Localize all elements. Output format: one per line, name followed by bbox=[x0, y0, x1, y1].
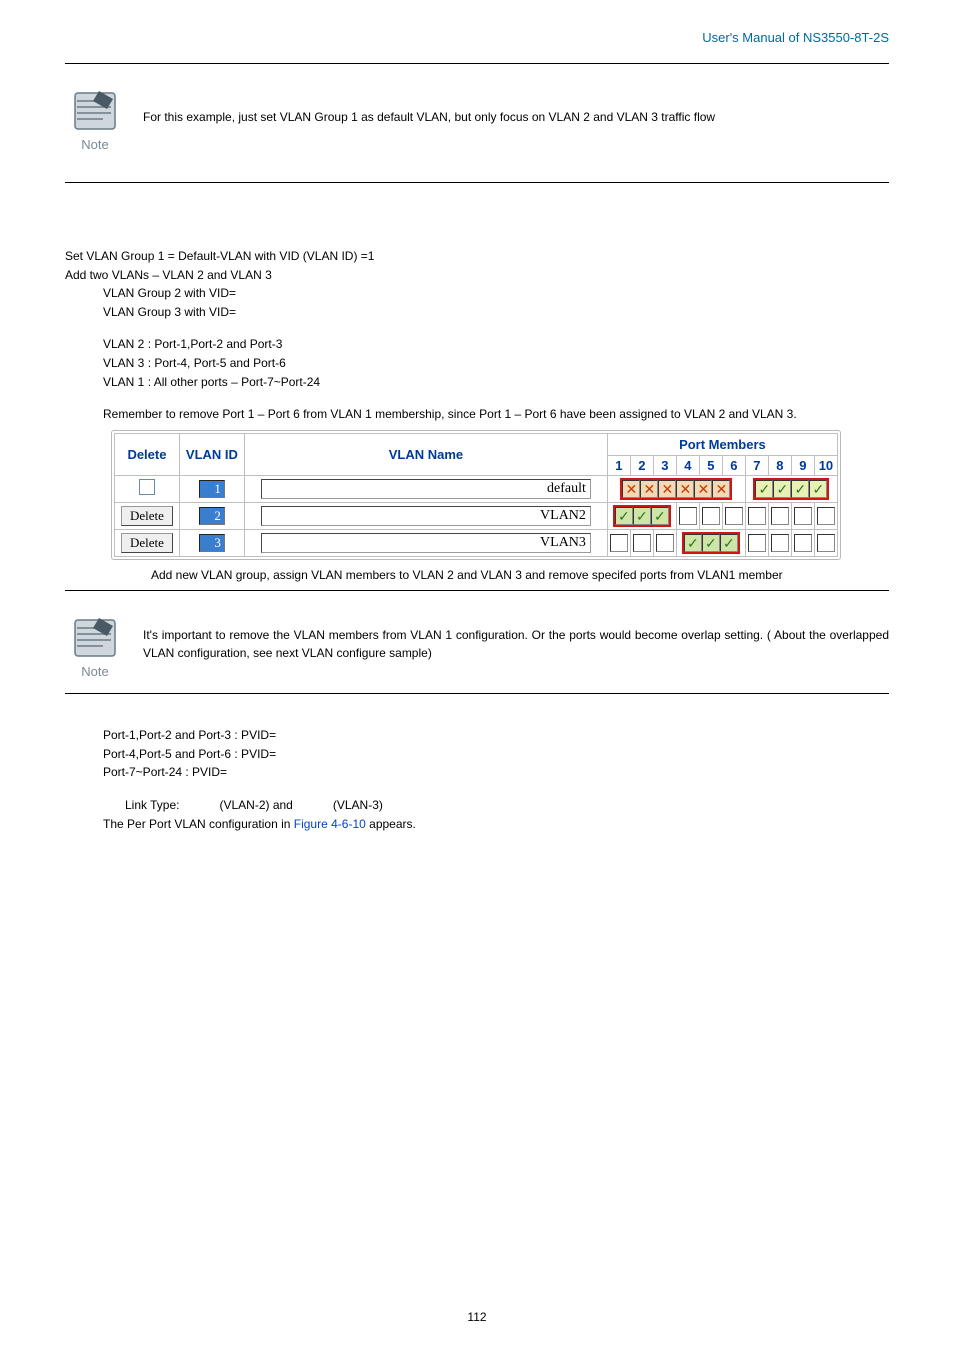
port-member-checkbox[interactable]: ✕ bbox=[640, 480, 658, 498]
divider bbox=[65, 63, 889, 64]
figure-reference-link[interactable]: Figure 4-6-10 bbox=[294, 817, 366, 831]
note-text: For this example, just set VLAN Group 1 … bbox=[143, 108, 715, 126]
highlight-box: ✓✓✓ bbox=[613, 505, 671, 527]
port-member-checkbox[interactable]: ✓ bbox=[702, 534, 720, 552]
port-member-checkbox[interactable]: · bbox=[748, 534, 766, 552]
port-member-checkbox[interactable]: ✕ bbox=[694, 480, 712, 498]
port-member-checkbox[interactable]: ✓ bbox=[684, 534, 702, 552]
port-head: 8 bbox=[768, 455, 791, 475]
port-member-checkbox[interactable]: · bbox=[725, 507, 743, 525]
port-member-checkbox[interactable]: · bbox=[794, 534, 812, 552]
vlan-table: Delete VLAN ID VLAN Name Port Members 1 … bbox=[114, 433, 838, 557]
port-member-checkbox[interactable]: ✓ bbox=[720, 534, 738, 552]
port-head: 9 bbox=[791, 455, 814, 475]
port-head: 1 bbox=[607, 455, 630, 475]
delete-button[interactable]: Delete bbox=[121, 506, 173, 526]
setup-line: Set VLAN Group 1 = Default-VLAN with VID… bbox=[65, 247, 889, 266]
setup-line: VLAN 2 : Port-1,Port-2 and Port-3 bbox=[103, 335, 889, 354]
setup-text: Set VLAN Group 1 = Default-VLAN with VID… bbox=[65, 247, 889, 424]
port-member-checkbox[interactable]: · bbox=[610, 534, 628, 552]
page-header: User's Manual of NS3550-8T-2S bbox=[65, 30, 889, 45]
vlan-name-input[interactable] bbox=[261, 479, 591, 499]
col-portmembers: Port Members bbox=[607, 433, 837, 455]
table-row: Delete · · · ✓✓✓ · · · · bbox=[115, 529, 838, 556]
port-head: 10 bbox=[814, 455, 837, 475]
setup-line: Add two VLANs – VLAN 2 and VLAN 3 bbox=[65, 266, 889, 285]
port-member-checkbox[interactable]: ✕ bbox=[712, 480, 730, 498]
vlan-id-input[interactable] bbox=[199, 507, 225, 525]
setup-line: VLAN 3 : Port-4, Port-5 and Port-6 bbox=[103, 354, 889, 373]
vlan-table-figure: Delete VLAN ID VLAN Name Port Members 1 … bbox=[111, 430, 889, 563]
port-member-checkbox[interactable]: ✕ bbox=[676, 480, 694, 498]
port-member-checkbox[interactable]: ✓ bbox=[791, 480, 809, 498]
port-member-checkbox[interactable]: ✕ bbox=[622, 480, 640, 498]
linktype-conf: The Per Port VLAN configuration in Figur… bbox=[103, 815, 889, 834]
port-head: 6 bbox=[722, 455, 745, 475]
pvid-line: Port-1,Port-2 and Port-3 : PVID= bbox=[103, 726, 889, 745]
delete-checkbox[interactable] bbox=[139, 479, 155, 495]
col-delete: Delete bbox=[115, 433, 180, 475]
vlan-id-input[interactable] bbox=[199, 534, 225, 552]
port-member-checkbox[interactable]: · bbox=[679, 507, 697, 525]
note-icon: Note bbox=[65, 609, 125, 679]
port-head: 7 bbox=[745, 455, 768, 475]
figure-caption: Add new VLAN group, assign VLAN members … bbox=[151, 567, 889, 584]
divider bbox=[65, 693, 889, 694]
table-row: ✕✕✕✕✕✕ ✓✓✓✓ bbox=[115, 475, 838, 502]
divider bbox=[65, 182, 889, 183]
vlan-name-input[interactable] bbox=[261, 533, 591, 553]
port-member-checkbox[interactable]: · bbox=[656, 534, 674, 552]
port-member-checkbox[interactable]: · bbox=[771, 507, 789, 525]
table-row: Delete ✓✓✓ · · · · · · · bbox=[115, 502, 838, 529]
setup-remember: Remember to remove Port 1 – Port 6 from … bbox=[103, 405, 889, 424]
port-head: 5 bbox=[699, 455, 722, 475]
vlan-name-input[interactable] bbox=[261, 506, 591, 526]
divider bbox=[65, 590, 889, 591]
setup-line: VLAN Group 2 with VID= bbox=[103, 284, 889, 303]
port-member-checkbox[interactable]: · bbox=[817, 534, 835, 552]
port-member-checkbox[interactable]: ✓ bbox=[651, 507, 669, 525]
setup-line: VLAN Group 3 with VID= bbox=[103, 303, 889, 322]
port-member-checkbox[interactable]: · bbox=[817, 507, 835, 525]
page-number: 112 bbox=[0, 1310, 954, 1324]
note-label: Note bbox=[81, 137, 108, 152]
conf-suffix: appears. bbox=[366, 817, 416, 831]
vlan-id-input[interactable] bbox=[199, 480, 225, 498]
note-block-1: Note For this example, just set VLAN Gro… bbox=[65, 82, 889, 152]
port-member-checkbox[interactable]: ✓ bbox=[773, 480, 791, 498]
port-member-checkbox[interactable]: · bbox=[702, 507, 720, 525]
port-head: 3 bbox=[653, 455, 676, 475]
port-member-checkbox[interactable]: ✓ bbox=[809, 480, 827, 498]
delete-button[interactable]: Delete bbox=[121, 533, 173, 553]
port-member-checkbox[interactable]: · bbox=[633, 534, 651, 552]
col-vlanname: VLAN Name bbox=[244, 433, 607, 475]
pvid-line: Port-4,Port-5 and Port-6 : PVID= bbox=[103, 745, 889, 764]
col-vlanid: VLAN ID bbox=[179, 433, 244, 475]
port-member-checkbox[interactable]: · bbox=[748, 507, 766, 525]
note-block-2: Note It's important to remove the VLAN m… bbox=[65, 609, 889, 679]
pvid-line: Port-7~Port-24 : PVID= bbox=[103, 763, 889, 782]
port-member-checkbox[interactable]: ✓ bbox=[633, 507, 651, 525]
note-label: Note bbox=[81, 664, 108, 679]
highlight-box: ✓✓✓ bbox=[682, 532, 740, 554]
note-icon: Note bbox=[65, 82, 125, 152]
conf-prefix: The Per Port VLAN configuration in bbox=[103, 817, 294, 831]
port-member-checkbox[interactable]: ✓ bbox=[615, 507, 633, 525]
port-member-checkbox[interactable]: ✕ bbox=[658, 480, 676, 498]
setup-line: VLAN 1 : All other ports – Port-7~Port-2… bbox=[103, 373, 889, 392]
highlight-box: ✓✓✓✓ bbox=[753, 478, 829, 500]
highlight-box: ✕✕✕✕✕✕ bbox=[620, 478, 732, 500]
port-member-checkbox[interactable]: · bbox=[771, 534, 789, 552]
note-text: It's important to remove the VLAN member… bbox=[143, 626, 889, 662]
port-member-checkbox[interactable]: · bbox=[794, 507, 812, 525]
port-head: 2 bbox=[630, 455, 653, 475]
port-member-checkbox[interactable]: ✓ bbox=[755, 480, 773, 498]
linktype-line: Link Type: (VLAN-2) and (VLAN-3) bbox=[125, 796, 889, 815]
port-head: 4 bbox=[676, 455, 699, 475]
